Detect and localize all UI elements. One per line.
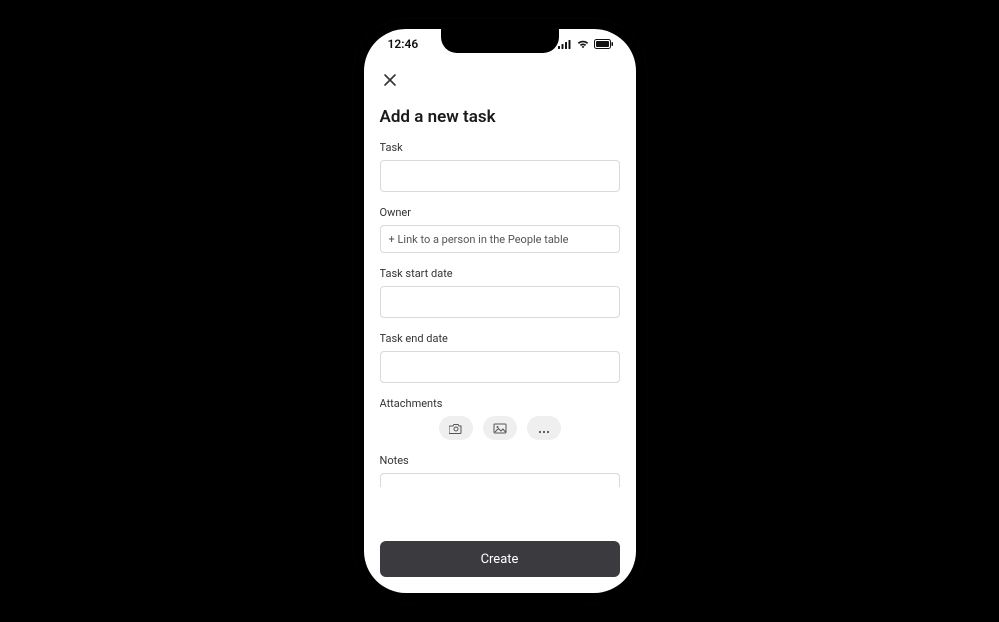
start-date-input[interactable] xyxy=(380,286,620,318)
notes-label: Notes xyxy=(380,454,620,467)
new-task-form: Task Owner + Link to a person in the Peo… xyxy=(380,141,620,541)
owner-link-picker[interactable]: + Link to a person in the People table xyxy=(380,225,620,253)
attach-more-button[interactable] xyxy=(527,416,561,440)
status-indicators xyxy=(558,39,614,49)
page-title: Add a new task xyxy=(380,107,620,127)
field-task: Task xyxy=(380,141,620,192)
create-button-label: Create xyxy=(481,552,519,567)
field-owner: Owner + Link to a person in the People t… xyxy=(380,206,620,253)
end-date-input[interactable] xyxy=(380,351,620,383)
end-date-label: Task end date xyxy=(380,332,620,345)
cellular-icon xyxy=(558,39,572,49)
field-start-date: Task start date xyxy=(380,267,620,318)
close-icon xyxy=(383,72,397,91)
close-button[interactable] xyxy=(380,71,400,91)
device-notch xyxy=(441,29,559,53)
create-button[interactable]: Create xyxy=(380,541,620,577)
more-icon xyxy=(537,419,551,438)
battery-icon xyxy=(594,39,614,49)
camera-icon xyxy=(449,419,463,438)
status-time: 12:46 xyxy=(388,37,419,51)
app-screen: Add a new task Task Owner + Link to a pe… xyxy=(364,59,636,593)
field-end-date: Task end date xyxy=(380,332,620,383)
owner-placeholder: + Link to a person in the People table xyxy=(389,233,569,246)
task-input[interactable] xyxy=(380,160,620,192)
attachments-label: Attachments xyxy=(380,397,620,410)
notes-input[interactable] xyxy=(380,473,620,487)
start-date-label: Task start date xyxy=(380,267,620,280)
owner-label: Owner xyxy=(380,206,620,219)
task-label: Task xyxy=(380,141,620,154)
attach-image-button[interactable] xyxy=(483,416,517,440)
image-icon xyxy=(493,419,507,438)
field-notes: Notes xyxy=(380,454,620,487)
phone-frame: 12:46 xyxy=(364,29,636,593)
attach-camera-button[interactable] xyxy=(439,416,473,440)
field-attachments: Attachments xyxy=(380,397,620,440)
wifi-icon xyxy=(576,39,590,49)
